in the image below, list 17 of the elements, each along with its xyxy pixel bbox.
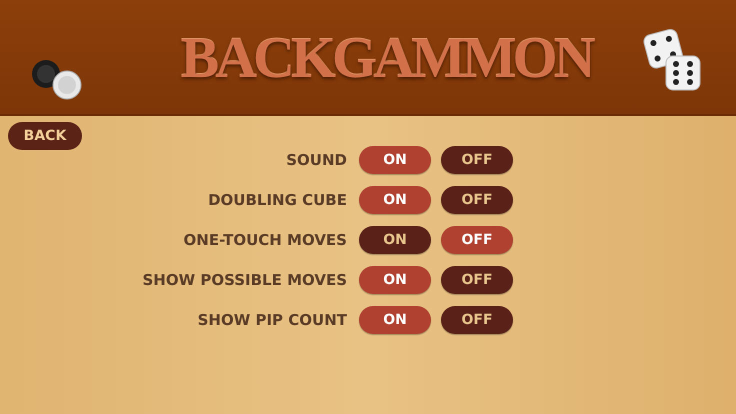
toggle-option[interactable]: OFF	[441, 266, 513, 294]
toggle-option[interactable]: ON	[359, 146, 431, 174]
setting-label: SOUND	[286, 151, 347, 169]
toggle-option[interactable]: ON	[359, 306, 431, 334]
toggle-option[interactable]: ON	[359, 266, 431, 294]
setting-label: ONE-TOUCH MOVES	[184, 231, 347, 249]
setting-label: SHOW PIP COUNT	[198, 311, 347, 329]
toggle-option[interactable]: OFF	[441, 146, 513, 174]
game-title: BACKGAMMON	[180, 24, 592, 90]
toggle-option[interactable]: ON	[359, 226, 431, 254]
toggle-option[interactable]: OFF	[441, 186, 513, 214]
setting-label: DOUBLING CUBE	[208, 191, 347, 209]
setting-label: SHOW POSSIBLE MOVES	[142, 271, 347, 289]
toggle-option[interactable]: ON	[359, 186, 431, 214]
toggle-option[interactable]: OFF	[441, 306, 513, 334]
back-button[interactable]: BACK	[8, 122, 82, 150]
toggle-option[interactable]: OFF	[441, 226, 513, 254]
